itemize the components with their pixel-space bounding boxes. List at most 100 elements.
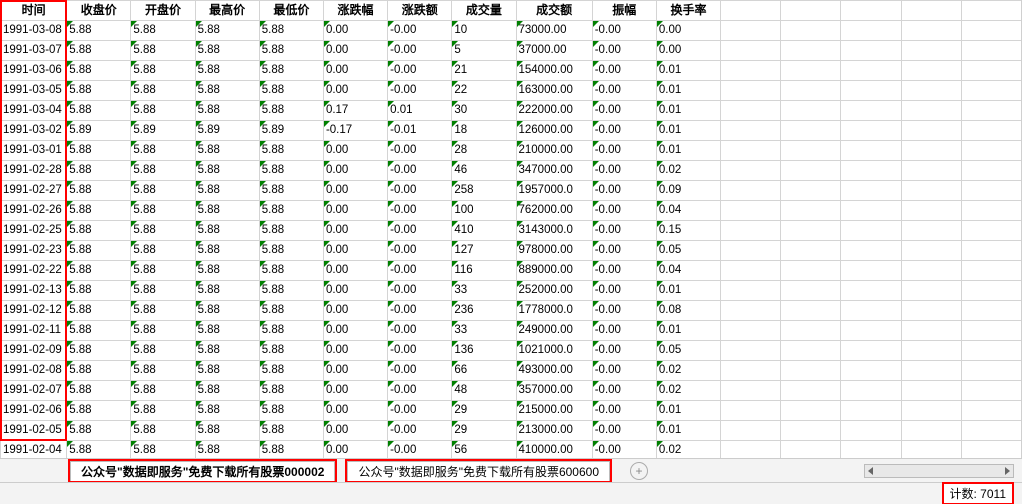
cell[interactable]: 0.01 — [656, 101, 720, 121]
cell[interactable]: 5.88 — [259, 441, 323, 459]
cell[interactable]: -0.00 — [592, 61, 656, 81]
cell[interactable]: 1021000.0 — [516, 341, 592, 361]
cell-empty[interactable] — [841, 321, 901, 341]
cell[interactable]: 5.88 — [259, 421, 323, 441]
cell[interactable]: 0.02 — [656, 361, 720, 381]
cell[interactable]: 5.88 — [195, 421, 259, 441]
cell-empty[interactable] — [781, 61, 841, 81]
cell[interactable]: -0.00 — [388, 241, 452, 261]
cell-empty[interactable] — [901, 421, 961, 441]
cell-empty[interactable] — [841, 21, 901, 41]
col-high[interactable]: 最高价 — [195, 1, 259, 21]
cell-empty[interactable] — [961, 401, 1021, 421]
cell[interactable]: 5 — [452, 41, 516, 61]
sheet-tab-000002[interactable]: 公众号"数据即服务"免费下载所有股票000002 — [70, 461, 335, 481]
cell-empty[interactable] — [961, 221, 1021, 241]
cell[interactable]: 30 — [452, 101, 516, 121]
cell[interactable]: 3143000.0 — [516, 221, 592, 241]
cell[interactable]: 29 — [452, 401, 516, 421]
cell[interactable]: 5.88 — [259, 341, 323, 361]
cell-empty[interactable] — [841, 41, 901, 61]
cell-empty[interactable] — [781, 421, 841, 441]
cell[interactable]: 0.00 — [323, 381, 387, 401]
cell-empty[interactable] — [961, 421, 1021, 441]
cell[interactable]: 0.01 — [656, 61, 720, 81]
cell[interactable]: 5.88 — [67, 241, 131, 261]
cell[interactable]: -0.00 — [592, 341, 656, 361]
cell[interactable]: 5.88 — [131, 141, 195, 161]
cell[interactable]: 0.00 — [656, 41, 720, 61]
cell[interactable]: 1991-03-01 — [1, 141, 67, 161]
cell-empty[interactable] — [721, 401, 781, 421]
col-time[interactable]: 时间 — [1, 1, 67, 21]
cell-empty[interactable] — [901, 221, 961, 241]
cell[interactable]: 5.88 — [259, 201, 323, 221]
cell-empty[interactable] — [781, 181, 841, 201]
table-row[interactable]: 1991-03-075.885.885.885.880.00-0.0053700… — [1, 41, 1022, 61]
cell-empty[interactable] — [901, 321, 961, 341]
cell-empty[interactable] — [781, 281, 841, 301]
cell[interactable]: 5.88 — [259, 261, 323, 281]
cell[interactable]: 136 — [452, 341, 516, 361]
cell-empty[interactable] — [961, 101, 1021, 121]
cell[interactable]: 5.88 — [131, 321, 195, 341]
table-row[interactable]: 1991-02-085.885.885.885.880.00-0.0066493… — [1, 361, 1022, 381]
cell-empty[interactable] — [721, 21, 781, 41]
cell[interactable]: 0.00 — [323, 401, 387, 421]
cell[interactable]: 46 — [452, 161, 516, 181]
cell-empty[interactable] — [721, 201, 781, 221]
cell-empty[interactable] — [781, 41, 841, 61]
cell[interactable]: 1991-03-04 — [1, 101, 67, 121]
cell[interactable]: 1991-02-25 — [1, 221, 67, 241]
cell[interactable]: -0.00 — [388, 321, 452, 341]
cell[interactable]: -0.00 — [388, 301, 452, 321]
cell[interactable]: -0.00 — [388, 41, 452, 61]
cell[interactable]: 5.88 — [131, 101, 195, 121]
cell-empty[interactable] — [781, 81, 841, 101]
cell[interactable]: 1991-02-09 — [1, 341, 67, 361]
cell[interactable]: 1991-02-13 — [1, 281, 67, 301]
cell[interactable]: -0.00 — [592, 41, 656, 61]
cell[interactable]: 0.01 — [656, 81, 720, 101]
col-turn[interactable]: 换手率 — [656, 1, 720, 21]
cell[interactable]: 5.88 — [67, 341, 131, 361]
cell[interactable]: -0.00 — [388, 361, 452, 381]
cell[interactable]: 5.88 — [259, 101, 323, 121]
cell[interactable]: -0.00 — [592, 161, 656, 181]
table-row[interactable]: 1991-03-065.885.885.885.880.00-0.0021154… — [1, 61, 1022, 81]
cell-empty[interactable] — [961, 281, 1021, 301]
cell[interactable]: -0.00 — [388, 81, 452, 101]
cell[interactable]: 5.88 — [131, 21, 195, 41]
cell[interactable]: -0.00 — [592, 181, 656, 201]
cell-empty[interactable] — [901, 21, 961, 41]
cell[interactable]: -0.00 — [388, 281, 452, 301]
cell[interactable]: 5.88 — [259, 41, 323, 61]
cell[interactable]: 0.01 — [388, 101, 452, 121]
cell-empty[interactable] — [781, 141, 841, 161]
table-row[interactable]: 1991-02-285.885.885.885.880.00-0.0046347… — [1, 161, 1022, 181]
cell[interactable]: 347000.00 — [516, 161, 592, 181]
cell[interactable]: 1991-02-08 — [1, 361, 67, 381]
cell[interactable]: 28 — [452, 141, 516, 161]
cell-empty[interactable] — [961, 201, 1021, 221]
cell[interactable]: 73000.00 — [516, 21, 592, 41]
cell[interactable]: 0.04 — [656, 261, 720, 281]
cell[interactable]: 33 — [452, 321, 516, 341]
cell[interactable]: 5.88 — [67, 141, 131, 161]
table-row[interactable]: 1991-02-045.885.885.885.880.00-0.0056410… — [1, 441, 1022, 459]
cell-empty[interactable] — [901, 261, 961, 281]
cell-empty[interactable] — [961, 261, 1021, 281]
cell-empty[interactable] — [781, 441, 841, 459]
cell[interactable]: 1778000.0 — [516, 301, 592, 321]
cell[interactable]: 5.88 — [67, 281, 131, 301]
cell-empty[interactable] — [781, 121, 841, 141]
cell[interactable]: 0.00 — [323, 141, 387, 161]
cell-empty[interactable] — [901, 341, 961, 361]
cell[interactable]: 22 — [452, 81, 516, 101]
cell[interactable]: 10 — [452, 21, 516, 41]
cell[interactable]: 5.88 — [67, 441, 131, 459]
cell[interactable]: 0.05 — [656, 341, 720, 361]
cell[interactable]: 0.01 — [656, 281, 720, 301]
cell[interactable]: 5.88 — [67, 381, 131, 401]
cell[interactable]: -0.00 — [388, 401, 452, 421]
